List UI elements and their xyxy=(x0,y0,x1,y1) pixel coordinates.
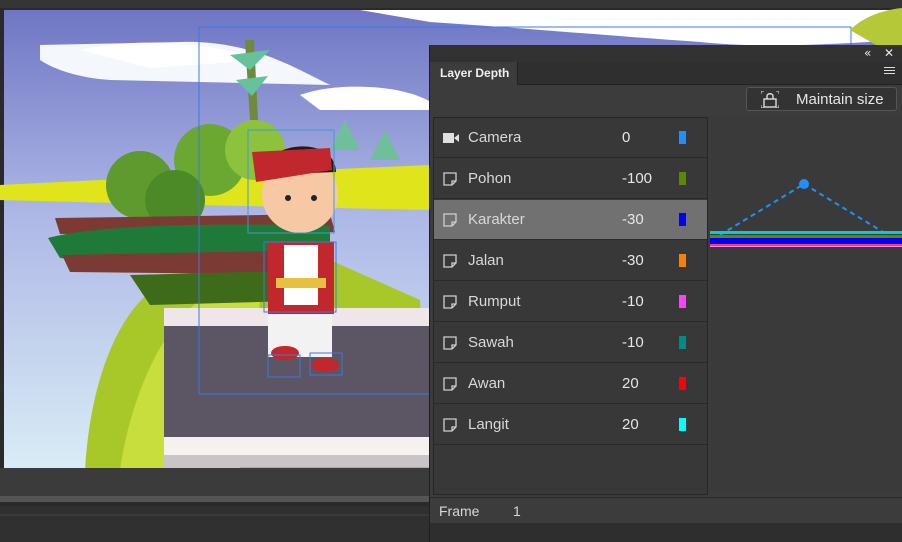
layer-color-swatch[interactable] xyxy=(679,131,686,144)
layer-depth-panel: « ✕ Layer Depth Maintain size Camera 0 Poh… xyxy=(429,45,902,542)
tab-layer-depth[interactable]: Layer Depth xyxy=(430,62,518,85)
depth-graph xyxy=(710,117,902,493)
layer-color-swatch[interactable] xyxy=(679,254,686,267)
layer-depth-value[interactable]: 20 xyxy=(622,416,639,433)
layer-row-pohon[interactable]: Pohon -100 xyxy=(434,159,707,199)
layer-color-swatch[interactable] xyxy=(679,377,686,390)
layer-color-swatch[interactable] xyxy=(679,172,686,185)
layer-row-jalan[interactable]: Jalan -30 xyxy=(434,241,707,281)
frame-label: Frame xyxy=(439,503,480,519)
layer-depth-value[interactable]: 20 xyxy=(622,375,639,392)
camera-icon xyxy=(443,133,459,143)
layer-name: Langit xyxy=(468,416,509,433)
layer-depth-value[interactable]: -10 xyxy=(622,334,644,351)
panel-titlebar: « ✕ xyxy=(430,45,902,62)
layer-depth-value[interactable]: -10 xyxy=(622,293,644,310)
frame-value[interactable]: 1 xyxy=(513,503,521,519)
layer-depth-value[interactable]: -30 xyxy=(622,211,644,228)
panel-menu-icon[interactable] xyxy=(884,67,895,76)
layer-icon xyxy=(443,418,457,432)
close-panel-button[interactable]: ✕ xyxy=(884,46,894,60)
layer-name: Jalan xyxy=(468,252,504,269)
camera-marker[interactable] xyxy=(799,179,809,189)
layer-row-rumput[interactable]: Rumput -10 xyxy=(434,282,707,322)
layer-name: Pohon xyxy=(468,170,512,187)
layer-depth-value[interactable]: -100 xyxy=(622,170,652,187)
layer-icon xyxy=(443,336,457,350)
layer-depth-value[interactable]: -30 xyxy=(622,252,644,269)
layer-row-karakter[interactable]: Karakter -30 xyxy=(434,200,707,240)
layer-row-langit[interactable]: Langit 20 xyxy=(434,405,707,445)
maintain-size-button[interactable]: Maintain size xyxy=(746,87,897,111)
layer-color-swatch[interactable] xyxy=(679,336,686,349)
layer-icon xyxy=(443,254,457,268)
layer-icon xyxy=(443,213,457,227)
layer-color-swatch[interactable] xyxy=(679,213,686,226)
layer-name: Camera xyxy=(468,129,522,146)
frame-bar: Frame 1 xyxy=(430,497,902,523)
panel-tab-row: Layer Depth xyxy=(430,62,902,85)
lock-icon xyxy=(761,91,779,108)
layer-row-camera[interactable]: Camera 0 xyxy=(434,118,707,158)
layer-list: Camera 0 Pohon -100 Karakter -30 Jalan -30 Rumpu… xyxy=(433,117,708,495)
layer-icon xyxy=(443,295,457,309)
layer-name: Awan xyxy=(468,375,506,392)
maintain-size-label: Maintain size xyxy=(796,91,884,108)
layer-color-swatch[interactable] xyxy=(679,295,686,308)
layer-name: Rumput xyxy=(468,293,521,310)
layer-icon xyxy=(443,377,457,391)
layer-name: Karakter xyxy=(468,211,525,228)
layer-row-sawah[interactable]: Sawah -10 xyxy=(434,323,707,363)
layer-depth-value[interactable]: 0 xyxy=(622,129,630,146)
layer-color-swatch[interactable] xyxy=(679,418,686,431)
panel-resize-bar[interactable] xyxy=(430,523,902,542)
collapse-panel-button[interactable]: « xyxy=(864,46,871,60)
layer-row-awan[interactable]: Awan 20 xyxy=(434,364,707,404)
animate-workspace: « ✕ Layer Depth Maintain size Camera 0 Poh… xyxy=(0,0,902,542)
layer-name: Sawah xyxy=(468,334,514,351)
layer-icon xyxy=(443,172,457,186)
